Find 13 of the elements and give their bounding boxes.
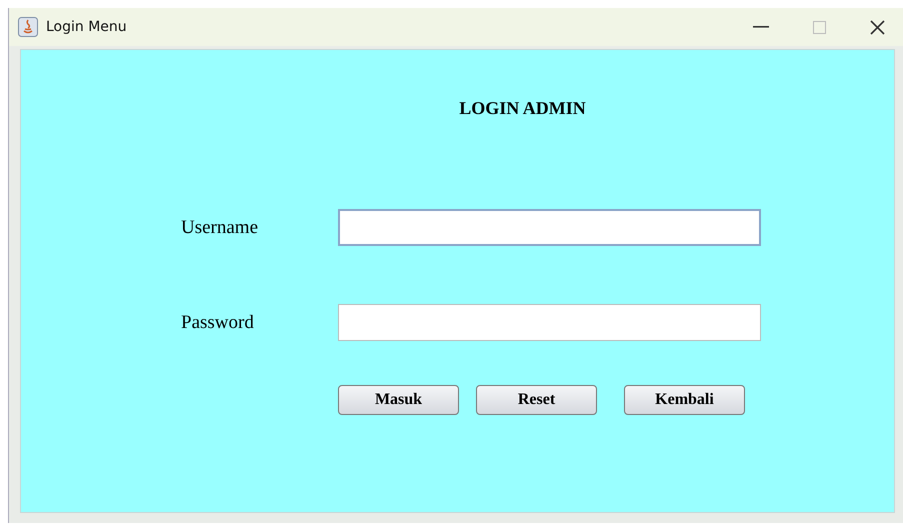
form-heading: LOGIN ADMIN (458, 98, 587, 119)
form-button[interactable]: Masuk (338, 385, 459, 415)
form-button[interactable]: Kembali (624, 385, 745, 415)
field-label: Password (181, 312, 255, 334)
maximize-icon[interactable] (813, 20, 826, 34)
input-field[interactable] (338, 209, 761, 246)
minimize-icon[interactable] (753, 25, 769, 29)
window-title: Login Menu (46, 19, 128, 35)
app-icon (18, 17, 38, 37)
input-field[interactable] (338, 304, 761, 341)
field-label: Username (181, 216, 260, 238)
close-icon[interactable] (870, 20, 885, 34)
form-button[interactable]: Reset (476, 385, 597, 415)
